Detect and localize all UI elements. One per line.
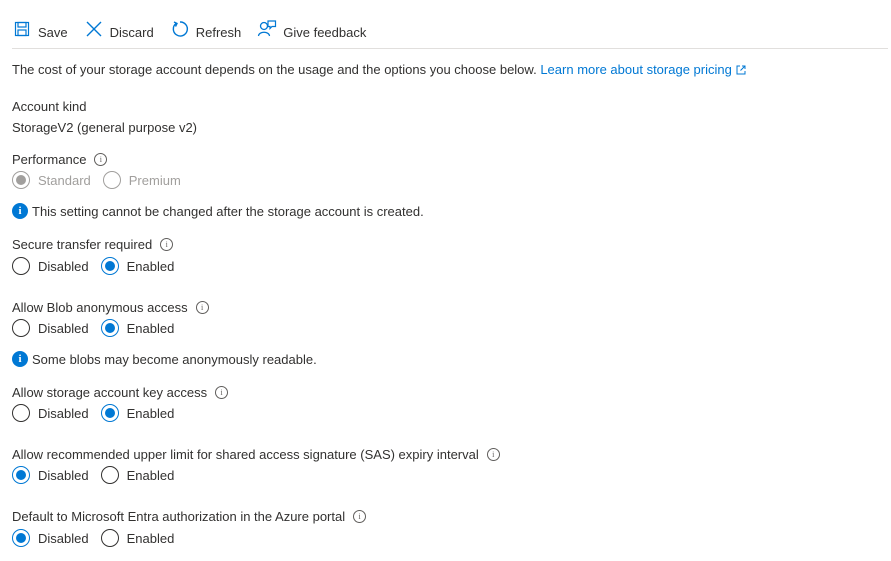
blob-anonymous-disabled-option[interactable]: Disabled — [12, 319, 89, 337]
blob-anonymous-radio-group: Disabled Enabled — [12, 319, 186, 337]
sas-expiry-radio-group: Disabled Enabled — [12, 466, 186, 484]
storage-pricing-link-label: Learn more about storage pricing — [540, 62, 732, 77]
key-access-enabled-option[interactable]: Enabled — [100, 404, 175, 422]
radio-label: Disabled — [38, 467, 89, 483]
save-label: Save — [38, 24, 68, 40]
sas-expiry-label: Allow recommended upper limit for shared… — [12, 447, 500, 462]
storage-pricing-link[interactable]: Learn more about storage pricing — [540, 62, 746, 77]
secure-transfer-radio-group: Disabled Enabled — [12, 257, 186, 275]
info-icon[interactable]: i — [94, 153, 108, 166]
info-filled-icon: i — [12, 351, 28, 367]
blob-anonymous-label-text: Allow Blob anonymous access — [12, 300, 188, 315]
radio-circle — [100, 404, 119, 422]
entra-auth-disabled-option[interactable]: Disabled — [12, 529, 89, 547]
performance-standard-option[interactable]: Standard — [12, 171, 91, 189]
radio-label: Disabled — [38, 320, 89, 336]
command-bar: Save Discard Refresh Give feedback — [12, 17, 888, 49]
secure-transfer-label-text: Secure transfer required — [12, 237, 153, 252]
key-access-label: Allow storage account key access i — [12, 385, 229, 400]
radio-label: Enabled — [126, 467, 175, 483]
performance-label: Performance i — [12, 152, 108, 167]
account-kind-label: Account kind — [12, 99, 87, 114]
radio-circle — [12, 257, 30, 275]
radio-circle — [12, 404, 30, 422]
intro-description: The cost of your storage account depends… — [12, 62, 537, 77]
radio-label: Disabled — [38, 530, 89, 546]
performance-label-text: Performance — [12, 152, 87, 167]
radio-circle — [12, 171, 30, 189]
secure-transfer-disabled-option[interactable]: Disabled — [12, 257, 89, 275]
account-kind-value: StorageV2 (general purpose v2) — [12, 120, 198, 135]
blob-anonymous-note-text: Some blobs may become anonymously readab… — [32, 351, 317, 367]
secure-transfer-label: Secure transfer required i — [12, 237, 174, 252]
feedback-label: Give feedback — [283, 24, 367, 40]
save-button[interactable]: Save — [12, 17, 68, 41]
give-feedback-button[interactable]: Give feedback — [257, 17, 366, 41]
key-access-disabled-option[interactable]: Disabled — [12, 404, 89, 422]
discard-label: Discard — [109, 24, 154, 40]
performance-radio-group: Standard Premium — [12, 171, 193, 189]
entra-auth-enabled-option[interactable]: Enabled — [100, 529, 175, 547]
key-access-label-text: Allow storage account key access — [12, 385, 208, 400]
refresh-button[interactable]: Refresh — [170, 17, 242, 41]
discard-button[interactable]: Discard — [84, 17, 154, 41]
sas-expiry-label-text: Allow recommended upper limit for shared… — [12, 447, 479, 462]
entra-auth-radio-group: Disabled Enabled — [12, 529, 186, 547]
radio-label: Standard — [38, 172, 91, 188]
entra-auth-label: Default to Microsoft Entra authorization… — [12, 509, 367, 524]
radio-label: Enabled — [126, 258, 175, 274]
key-access-radio-group: Disabled Enabled — [12, 404, 186, 422]
external-link-icon — [736, 65, 746, 75]
info-icon[interactable]: i — [486, 448, 500, 461]
feedback-icon — [257, 19, 277, 39]
refresh-icon — [170, 19, 190, 39]
refresh-label: Refresh — [195, 24, 242, 40]
save-icon — [12, 19, 32, 39]
radio-circle — [12, 466, 30, 484]
radio-circle — [102, 171, 121, 189]
radio-label: Enabled — [126, 530, 175, 546]
blob-anonymous-label: Allow Blob anonymous access i — [12, 300, 209, 315]
performance-premium-option[interactable]: Premium — [102, 171, 181, 189]
radio-circle — [100, 257, 119, 275]
radio-circle — [100, 466, 119, 484]
blob-anonymous-enabled-option[interactable]: Enabled — [100, 319, 175, 337]
performance-note-text: This setting cannot be changed after the… — [32, 203, 424, 219]
info-icon[interactable]: i — [353, 510, 367, 523]
sas-expiry-disabled-option[interactable]: Disabled — [12, 466, 89, 484]
radio-label: Disabled — [38, 405, 89, 421]
radio-label: Premium — [128, 172, 181, 188]
intro-text: The cost of your storage account depends… — [12, 62, 746, 77]
sas-expiry-enabled-option[interactable]: Enabled — [100, 466, 175, 484]
secure-transfer-enabled-option[interactable]: Enabled — [100, 257, 175, 275]
radio-label: Disabled — [38, 258, 89, 274]
blob-anonymous-note: i Some blobs may become anonymously read… — [12, 351, 317, 367]
radio-circle — [12, 319, 30, 337]
radio-circle — [12, 529, 30, 547]
performance-note: i This setting cannot be changed after t… — [12, 203, 424, 219]
radio-circle — [100, 529, 119, 547]
radio-circle — [100, 319, 119, 337]
info-icon[interactable]: i — [195, 301, 209, 314]
close-icon — [84, 19, 104, 39]
info-icon[interactable]: i — [215, 386, 229, 399]
radio-label: Enabled — [126, 405, 175, 421]
info-icon[interactable]: i — [160, 238, 174, 251]
info-filled-icon: i — [12, 203, 28, 219]
radio-label: Enabled — [126, 320, 175, 336]
entra-auth-label-text: Default to Microsoft Entra authorization… — [12, 509, 346, 524]
